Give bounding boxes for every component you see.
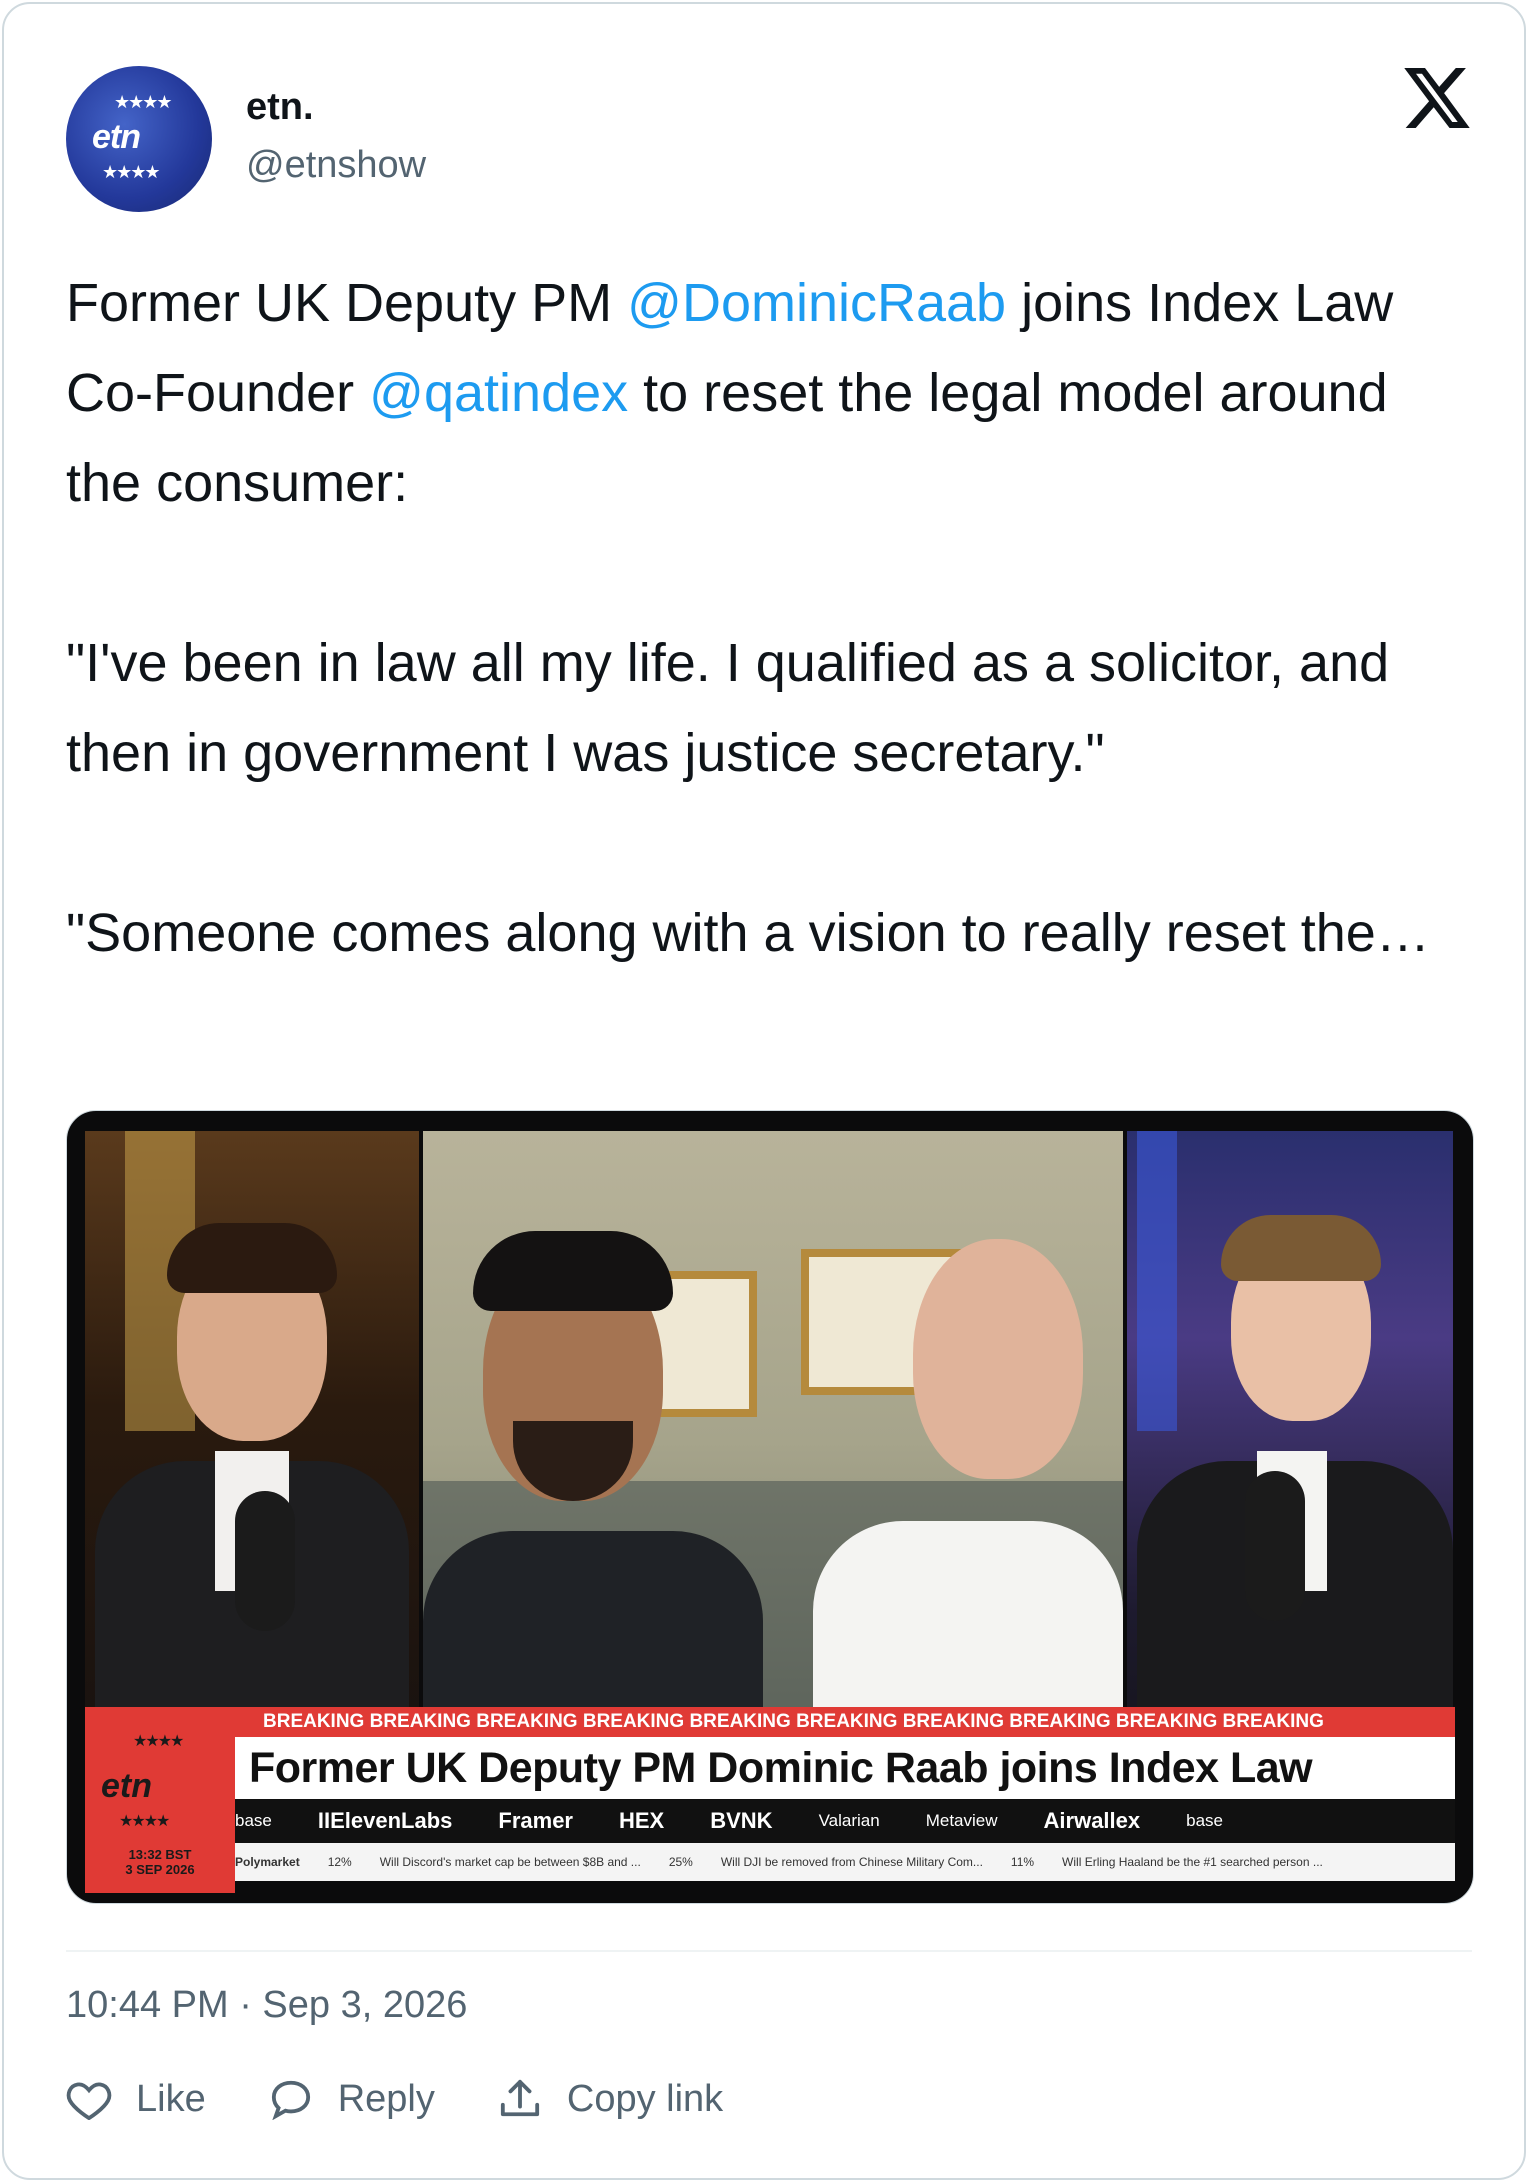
market-ticker-item: Polymarket	[235, 1855, 300, 1869]
copy-link-button[interactable]: Copy link	[497, 2078, 723, 2121]
sponsor-logo: Valarian	[818, 1811, 880, 1830]
tweet-text: Former UK Deputy PM @DominicRaab joins I…	[66, 258, 1476, 978]
sponsor-strip: base IIElevenLabs Framer HEX BVNK Valarian Met…	[235, 1799, 1455, 1843]
market-ticker-item: Will DJI be removed from Chinese Militar…	[720, 1855, 983, 1869]
avatar-logo-text: etn	[92, 118, 141, 156]
stars-icon: ★★★★	[133, 1733, 184, 1750]
news-lower-third: ★★★★ etn ★★★★ 13:32 BST 3 SEP 2026 BREAK…	[85, 1707, 1455, 1893]
tweet-actions: Like Reply Copy link	[66, 2072, 785, 2126]
broadcast-time-text: 13:32 BST	[128, 1847, 192, 1862]
channel-logo-text: etn	[101, 1767, 152, 1805]
etn-channel-logo: ★★★★ etn ★★★★ 13:32 BST 3 SEP 2026	[85, 1707, 235, 1893]
broadcast-headline: Former UK Deputy PM Dominic Raab joins I…	[235, 1737, 1455, 1799]
mention-link[interactable]: @qatindex	[369, 363, 628, 423]
avatar-stars-icon: ★★★★	[102, 162, 161, 182]
tweet-text-segment: Former UK Deputy PM	[66, 273, 628, 333]
market-ticker-item: 11%	[1010, 1855, 1035, 1869]
reply-button[interactable]: Reply	[268, 2078, 435, 2121]
sponsor-logo: IIElevenLabs	[317, 1808, 453, 1833]
heart-icon	[66, 2082, 112, 2120]
tweet-media-image[interactable]: ★★★★ etn ★★★★ 13:32 BST 3 SEP 2026 BREAK…	[66, 1110, 1474, 1904]
avatar-stars-icon: ★★★★	[114, 92, 173, 112]
sponsor-logo: HEX	[618, 1808, 665, 1833]
sponsor-logo: Framer	[498, 1808, 573, 1833]
display-name[interactable]: etn.	[246, 86, 314, 129]
broadcast-time: 13:32 BST 3 SEP 2026	[85, 1847, 235, 1877]
market-ticker-item: 12%	[327, 1855, 352, 1869]
mention-link[interactable]: @DominicRaab	[627, 273, 1006, 333]
sponsor-logo: Airwallex	[1043, 1808, 1141, 1833]
user-handle[interactable]: @etnshow	[246, 144, 426, 187]
sponsor-logo: base	[235, 1811, 272, 1830]
market-ticker-item: 25%	[668, 1855, 693, 1869]
tweet-text-segment: to reset the legal model around the cons…	[66, 363, 1430, 963]
tweet-timestamp[interactable]: 10:44 PM · Sep 3, 2026	[66, 1984, 467, 2027]
divider	[66, 1950, 1472, 1952]
sponsor-logo: Metaview	[925, 1811, 998, 1830]
market-ticker: Polymarket 12% Will Discord's market cap b…	[235, 1843, 1455, 1881]
tweet-card: ★★★★ etn ★★★★ etn. @etnshow Former UK De…	[2, 2, 1526, 2180]
broadcast-date-text: 3 SEP 2026	[125, 1862, 195, 1877]
share-upload-icon	[500, 2079, 539, 2117]
sponsor-logo: base	[1186, 1811, 1223, 1830]
market-ticker-item: Will Discord's market cap be between $8B…	[379, 1855, 641, 1869]
avatar[interactable]: ★★★★ etn ★★★★	[66, 66, 212, 212]
sponsor-logo: BVNK	[710, 1808, 773, 1833]
copy-link-label: Copy link	[566, 2077, 724, 2120]
reply-bubble-icon	[271, 2080, 310, 2120]
market-ticker-item: Will Erling Haaland be the #1 searched p…	[1062, 1855, 1323, 1869]
like-label: Like	[136, 2077, 206, 2120]
like-button[interactable]: Like	[66, 2078, 206, 2121]
stars-icon: ★★★★	[119, 1813, 170, 1830]
reply-label: Reply	[337, 2077, 435, 2120]
breaking-ticker: BREAKING BREAKING BREAKING BREAKING BREA…	[235, 1707, 1455, 1737]
x-logo-icon[interactable]	[1404, 68, 1470, 128]
